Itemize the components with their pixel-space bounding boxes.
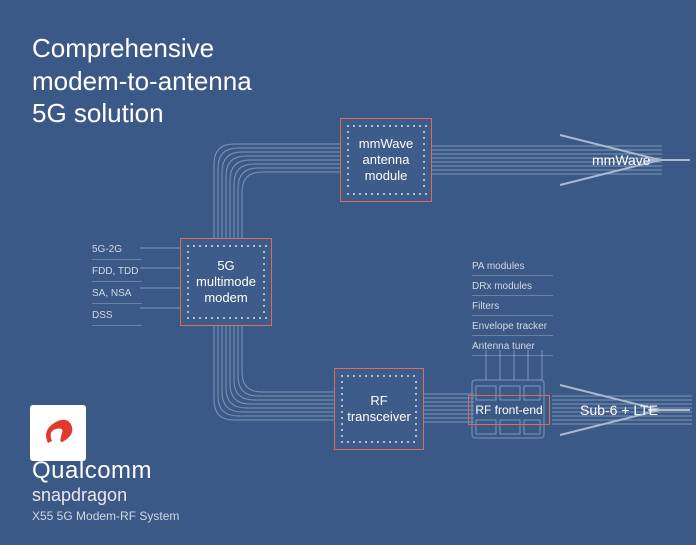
output-mmwave-label: mmWave <box>592 152 651 168</box>
snapdragon-logo <box>30 405 86 461</box>
chip-5g-modem-label: 5G multimode modem <box>196 258 256 307</box>
diagram-title: Comprehensive modem-to-antenna 5G soluti… <box>32 32 252 130</box>
brand-product: snapdragon <box>32 485 179 506</box>
chip-rf-transceiver: RF transceiver <box>334 368 424 450</box>
output-sub6-label: Sub-6 + LTE <box>580 402 658 418</box>
chip-mmwave-module-label: mmWave antenna module <box>359 136 413 185</box>
rf-fe-component-item: Envelope tracker <box>472 318 553 336</box>
title-line3: 5G solution <box>32 98 164 128</box>
modem-feature-list: 5G-2G FDD, TDD SA, NSA DSS <box>92 240 142 328</box>
brand-block: Qualcomm snapdragon X55 5G Modem-RF Syst… <box>32 457 179 523</box>
modem-feature-item: 5G-2G <box>92 240 142 260</box>
rf-front-end-component-list: PA modules DRx modules Filters Envelope … <box>472 258 553 358</box>
chip-rf-transceiver-label: RF transceiver <box>347 393 411 426</box>
snapdragon-swirl-icon <box>38 413 78 453</box>
brand-company: Qualcomm <box>32 457 179 485</box>
block-rf-front-end-label: RF front-end <box>475 403 542 417</box>
rf-fe-component-item: PA modules <box>472 258 553 276</box>
title-line2: modem-to-antenna <box>32 66 252 96</box>
modem-feature-item: DSS <box>92 306 142 326</box>
chip-mmwave-module: mmWave antenna module <box>340 118 432 202</box>
title-line1: Comprehensive <box>32 33 214 63</box>
modem-feature-item: FDD, TDD <box>92 262 142 282</box>
chip-5g-modem: 5G multimode modem <box>180 238 272 326</box>
brand-subline: X55 5G Modem-RF System <box>32 509 179 523</box>
modem-feature-item: SA, NSA <box>92 284 142 304</box>
rf-fe-component-item: DRx modules <box>472 278 553 296</box>
block-rf-front-end: RF front-end <box>468 395 550 425</box>
rf-fe-component-item: Filters <box>472 298 553 316</box>
rf-fe-component-item: Antenna tuner <box>472 338 553 356</box>
